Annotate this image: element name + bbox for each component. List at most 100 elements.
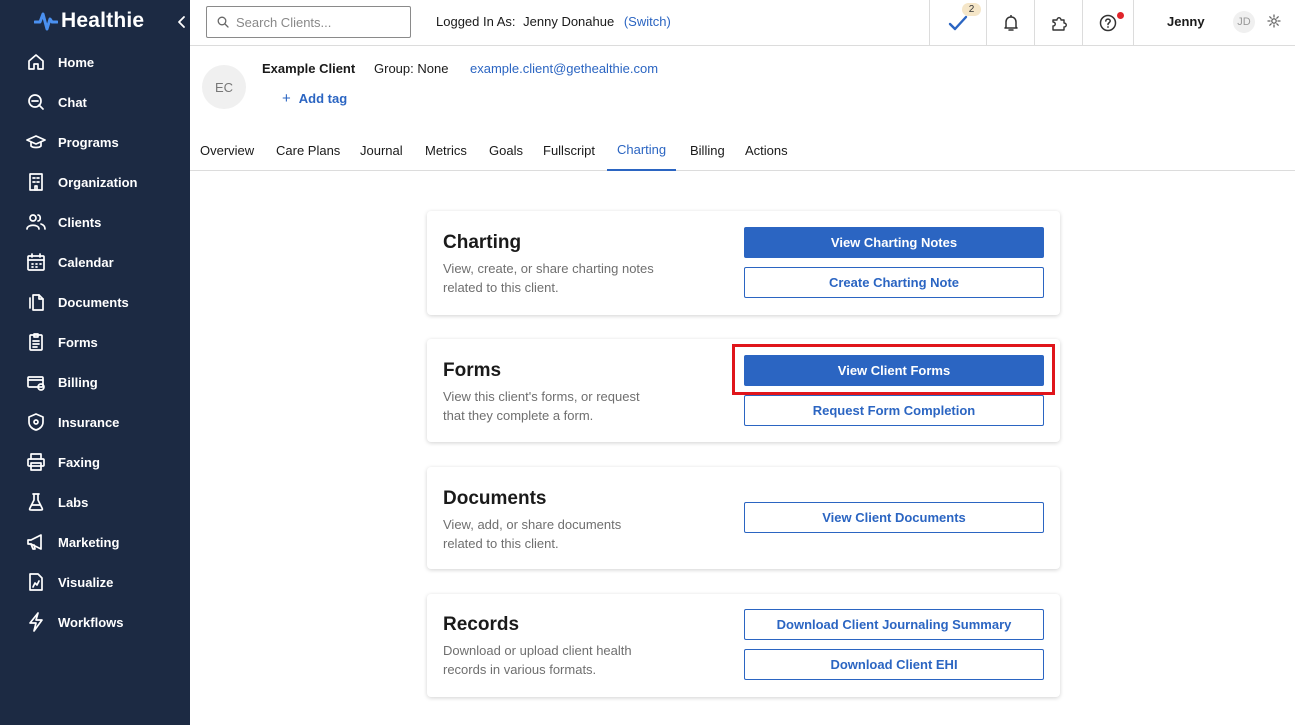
card-title: Forms xyxy=(443,360,502,381)
tab-goals[interactable]: Goals xyxy=(479,130,533,170)
sidebar-item-labs[interactable]: Labs xyxy=(0,482,190,522)
sidebar-item-billing[interactable]: Billing xyxy=(0,362,190,402)
sidebar-item-programs[interactable]: Programs xyxy=(0,122,190,162)
clipboard-icon xyxy=(26,332,46,352)
logged-in-user: Jenny Donahue xyxy=(523,14,615,29)
plus-icon: + xyxy=(282,90,291,107)
sidebar-item-label: Programs xyxy=(58,134,119,150)
graduation-cap-icon xyxy=(26,132,46,152)
card-description: Download or upload client health records… xyxy=(443,643,632,677)
sidebar-nav: Home Chat Programs Organization Clients … xyxy=(0,42,190,642)
tab-metrics[interactable]: Metrics xyxy=(415,130,477,170)
highlight-box xyxy=(732,344,1055,395)
sidebar-item-label: Organization xyxy=(58,174,138,190)
add-tag-label: Add tag xyxy=(298,91,348,106)
billing-icon xyxy=(26,372,46,392)
sidebar-item-organization[interactable]: Organization xyxy=(0,162,190,202)
sidebar-item-label: Visualize xyxy=(58,574,114,590)
add-tag-button[interactable]: + Add tag xyxy=(282,90,347,107)
card-title: Charting xyxy=(443,232,522,253)
sidebar-item-clients[interactable]: Clients xyxy=(0,202,190,242)
view-client-documents-button[interactable]: View Client Documents xyxy=(744,502,1044,533)
documents-card: Documents View, add, or share documents … xyxy=(427,467,1060,569)
sidebar-item-insurance[interactable]: Insurance xyxy=(0,402,190,442)
search-input[interactable] xyxy=(236,14,406,30)
lightning-icon xyxy=(26,612,46,632)
home-icon xyxy=(26,52,46,72)
switch-user-link[interactable]: (Switch) xyxy=(624,14,671,29)
documents-icon xyxy=(26,292,46,312)
logged-in-as: Logged In As: Jenny Donahue (Switch) xyxy=(436,14,671,29)
tab-actions[interactable]: Actions xyxy=(735,130,798,170)
flask-icon xyxy=(26,492,46,512)
sidebar-item-label: Labs xyxy=(58,494,89,510)
view-charting-notes-button[interactable]: View Charting Notes xyxy=(744,227,1044,258)
search-icon xyxy=(217,16,229,28)
avatar[interactable]: JD xyxy=(1233,11,1255,33)
gear-icon[interactable] xyxy=(1267,14,1281,28)
sidebar-item-label: Billing xyxy=(58,374,98,390)
building-icon xyxy=(26,172,46,192)
sidebar-item-label: Documents xyxy=(58,294,129,310)
sidebar-item-label: Calendar xyxy=(58,254,114,270)
logged-in-label: Logged In As: xyxy=(436,14,516,29)
tab-charting[interactable]: Charting xyxy=(607,130,677,171)
client-email-link[interactable]: example.client@gethealthie.com xyxy=(470,61,658,76)
logo-text: Healthie xyxy=(61,9,145,32)
notifications-button[interactable] xyxy=(986,0,1034,45)
healthie-logo-icon xyxy=(34,12,58,31)
help-alert-dot xyxy=(1117,12,1124,19)
tasks-badge: 2 xyxy=(962,3,981,16)
card-title: Documents xyxy=(443,488,547,509)
sidebar-item-label: Faxing xyxy=(58,454,100,470)
help-button[interactable] xyxy=(1082,0,1134,45)
printer-icon xyxy=(26,452,46,472)
sidebar-item-label: Forms xyxy=(58,334,98,350)
download-client-ehi-button[interactable]: Download Client EHI xyxy=(744,649,1044,680)
client-group: Group: None xyxy=(374,61,449,76)
search-box[interactable] xyxy=(206,6,411,38)
client-tabs: Overview Care Plans Journal Metrics Goal… xyxy=(190,130,1295,171)
chart-file-icon xyxy=(26,572,46,592)
sidebar-item-workflows[interactable]: Workflows xyxy=(0,602,190,642)
sidebar-item-chat[interactable]: Chat xyxy=(0,82,190,122)
client-name: Example Client xyxy=(262,61,356,76)
client-avatar: EC xyxy=(202,65,246,109)
sidebar-item-visualize[interactable]: Visualize xyxy=(0,562,190,602)
sidebar-item-forms[interactable]: Forms xyxy=(0,322,190,362)
sidebar-item-label: Chat xyxy=(58,94,87,110)
tab-overview[interactable]: Overview xyxy=(190,130,264,170)
calendar-icon xyxy=(26,252,46,272)
collapse-sidebar-icon[interactable] xyxy=(176,14,188,30)
sidebar-item-label: Insurance xyxy=(58,414,120,430)
logo[interactable]: Healthie xyxy=(34,8,144,34)
request-form-completion-button[interactable]: Request Form Completion xyxy=(744,395,1044,426)
chat-icon xyxy=(26,92,46,112)
card-description: View, add, or share documents related to… xyxy=(443,517,622,551)
sidebar-item-calendar[interactable]: Calendar xyxy=(0,242,190,282)
sidebar-item-marketing[interactable]: Marketing xyxy=(0,522,190,562)
user-name[interactable]: Jenny xyxy=(1167,14,1205,29)
sidebar-item-home[interactable]: Home xyxy=(0,42,190,82)
tab-fullscript[interactable]: Fullscript xyxy=(533,130,605,170)
tab-journal[interactable]: Journal xyxy=(350,130,413,170)
tab-care-plans[interactable]: Care Plans xyxy=(266,130,350,170)
help-icon xyxy=(1099,14,1117,31)
sidebar-item-faxing[interactable]: Faxing xyxy=(0,442,190,482)
integrations-button[interactable] xyxy=(1034,0,1082,45)
tab-billing[interactable]: Billing xyxy=(680,130,735,170)
top-bar: Logged In As: Jenny Donahue (Switch) 2 J… xyxy=(190,0,1295,46)
tasks-button[interactable]: 2 xyxy=(929,0,986,45)
charting-card: Charting View, create, or share charting… xyxy=(427,211,1060,315)
sidebar: Healthie Home Chat Programs Organization… xyxy=(0,0,190,725)
bell-icon xyxy=(1003,14,1018,31)
records-card: Records Download or upload client health… xyxy=(427,594,1060,697)
users-icon xyxy=(26,212,46,232)
shield-icon xyxy=(26,412,46,432)
download-journaling-summary-button[interactable]: Download Client Journaling Summary xyxy=(744,609,1044,640)
sidebar-item-label: Marketing xyxy=(58,534,120,550)
sidebar-item-documents[interactable]: Documents xyxy=(0,282,190,322)
card-description: View, create, or share charting notes re… xyxy=(443,261,654,295)
card-title: Records xyxy=(443,614,520,635)
create-charting-note-button[interactable]: Create Charting Note xyxy=(744,267,1044,298)
